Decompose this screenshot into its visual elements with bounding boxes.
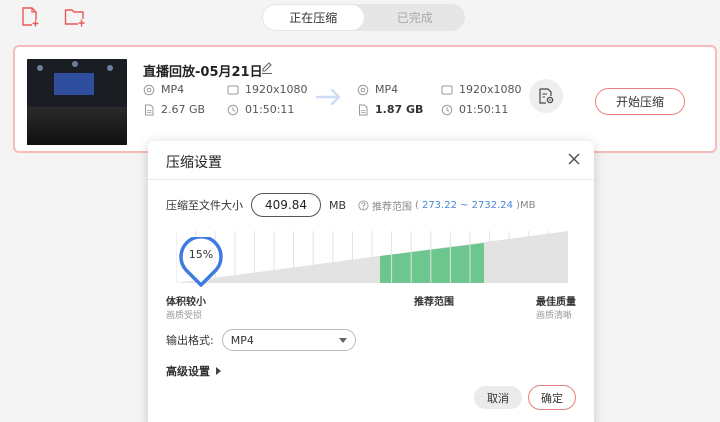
compression-settings-button[interactable] xyxy=(529,79,563,113)
slider-ticks xyxy=(176,231,568,283)
target-size-label: 压缩至文件大小 xyxy=(166,199,243,212)
dialog-divider xyxy=(148,179,594,180)
arrow-right-icon xyxy=(315,88,341,106)
file-title: 直播回放-05月21日 xyxy=(143,65,263,80)
scale-left-sublabel: 画质受损 xyxy=(166,311,203,321)
format-icon xyxy=(143,84,155,95)
video-thumbnail xyxy=(27,59,127,145)
clock-icon xyxy=(441,104,453,115)
slider-marker-percent: 15% xyxy=(188,248,214,261)
settings-gear-icon xyxy=(539,88,554,104)
target-duration-value: 01:50:11 xyxy=(459,103,509,116)
hint-close: )MB xyxy=(516,199,536,211)
dialog-title: 压缩设置 xyxy=(166,155,222,171)
source-duration-value: 01:50:11 xyxy=(245,103,295,116)
tab-completed[interactable]: 已完成 xyxy=(365,4,466,31)
target-format: MP4 xyxy=(357,83,398,96)
slider-marker[interactable] xyxy=(178,237,224,289)
target-size-row: 压缩至文件大小 409.84 MB 推荐范围(273.22 ~ 2732.24)… xyxy=(166,193,535,217)
target-size: 1.87 GB xyxy=(357,103,423,116)
confirm-button[interactable]: 确定 xyxy=(528,385,576,410)
add-file-icon[interactable] xyxy=(20,7,40,27)
close-icon[interactable] xyxy=(566,151,582,167)
chevron-right-icon xyxy=(216,367,221,375)
scale-left-label: 体积较小 xyxy=(166,297,206,308)
target-duration: 01:50:11 xyxy=(441,103,508,116)
hint-open: ( xyxy=(415,199,419,211)
target-format-value: MP4 xyxy=(375,83,399,96)
source-size-value: 2.67 GB xyxy=(161,103,206,116)
hint-range: 273.22 ~ 2732.24 xyxy=(421,199,514,211)
output-format-label: 输出格式: xyxy=(166,334,214,347)
target-resolution-value: 1920x1080 xyxy=(459,83,522,96)
file-size-icon xyxy=(145,104,154,115)
add-folder-icon[interactable] xyxy=(64,7,86,27)
quality-slider[interactable]: 15% xyxy=(176,231,568,287)
source-resolution-value: 1920x1080 xyxy=(245,83,308,96)
target-resolution: 1920x1080 xyxy=(441,83,522,96)
resolution-icon xyxy=(227,85,239,94)
file-card: 直播回放-05月21日 MP4 1920x1080 2.67 GB 01:50:… xyxy=(13,45,717,153)
hint-prefix: 推荐范围 xyxy=(372,201,413,213)
advanced-settings-toggle[interactable]: 高级设置 xyxy=(166,363,221,379)
source-format: MP4 xyxy=(143,83,184,96)
output-format-value: MP4 xyxy=(230,333,254,347)
format-icon xyxy=(357,84,369,95)
tab-compressing[interactable]: 正在压缩 xyxy=(263,5,364,30)
cancel-button[interactable]: 取消 xyxy=(474,386,522,409)
tab-bar: 正在压缩 已完成 xyxy=(262,4,465,31)
compression-settings-dialog: 压缩设置 压缩至文件大小 409.84 MB 推荐范围(273.22 ~ 273… xyxy=(148,141,594,422)
clock-icon xyxy=(227,104,239,115)
file-size-icon xyxy=(359,104,368,115)
recommend-hint: 推荐范围(273.22 ~ 2732.24)MB xyxy=(358,198,535,213)
start-compress-button[interactable]: 开始压缩 xyxy=(595,88,685,115)
source-format-value: MP4 xyxy=(161,83,185,96)
source-duration: 01:50:11 xyxy=(227,103,294,116)
chevron-down-icon xyxy=(338,337,347,343)
output-format-row: 输出格式: MP4 xyxy=(166,329,356,351)
size-unit: MB xyxy=(329,198,347,212)
source-resolution: 1920x1080 xyxy=(227,83,308,96)
scale-right-sublabel: 画质清晰 xyxy=(536,311,573,321)
edit-icon[interactable] xyxy=(260,61,274,75)
output-format-select[interactable]: MP4 xyxy=(221,329,356,351)
target-size-value: 1.87 GB xyxy=(375,103,424,116)
target-size-input[interactable]: 409.84 xyxy=(251,193,321,217)
resolution-icon xyxy=(441,85,453,94)
scale-mid-label: 推荐范围 xyxy=(414,297,454,308)
source-size: 2.67 GB xyxy=(143,103,205,116)
help-icon xyxy=(358,199,369,211)
advanced-settings-label: 高级设置 xyxy=(166,365,210,378)
scale-right-label: 最佳质量 xyxy=(536,297,576,308)
